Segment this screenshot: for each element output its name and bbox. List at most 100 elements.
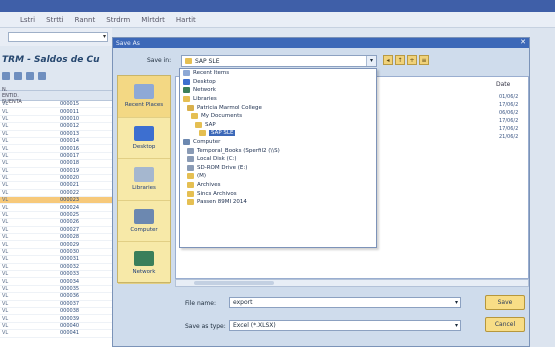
row-entity: VL bbox=[2, 234, 9, 241]
table-row[interactable]: VL 000027 bbox=[0, 227, 112, 235]
table-row[interactable]: VL 000041 bbox=[0, 330, 112, 338]
background-panel bbox=[530, 28, 555, 347]
table-row[interactable]: VL 000018 bbox=[0, 160, 112, 168]
row-entity: VL bbox=[2, 256, 9, 263]
file-name-value: export bbox=[233, 299, 253, 306]
table-row[interactable]: VL 000025 bbox=[0, 212, 112, 220]
row-account: 000016 bbox=[60, 145, 80, 152]
save-button[interactable]: Save bbox=[485, 295, 525, 310]
dropdown-item[interactable]: Local Disk (C:) bbox=[180, 155, 376, 164]
table-row[interactable]: VL 000029 bbox=[0, 241, 112, 249]
table-row[interactable]: VL 000035 bbox=[0, 285, 112, 294]
table-row[interactable]: VL 000031 bbox=[0, 256, 112, 264]
table-row[interactable]: VL 000026 bbox=[0, 219, 112, 227]
file-type-select[interactable]: Excel (*.XLSX) ▾ bbox=[229, 320, 461, 331]
command-field[interactable]: ▾ bbox=[8, 32, 108, 42]
row-account: 000018 bbox=[60, 160, 80, 167]
place-computer[interactable]: Computer bbox=[118, 201, 170, 243]
menu-item[interactable]: Mlrtdrt bbox=[141, 16, 165, 24]
date-cell: 17/06/2 bbox=[499, 102, 519, 108]
table-row[interactable]: VL 000011 bbox=[0, 108, 112, 116]
table-row[interactable]: VL 000032 bbox=[0, 264, 112, 271]
table-row[interactable]: VL 000036 bbox=[0, 293, 112, 301]
dropdown-item[interactable]: Recent Items bbox=[180, 69, 376, 78]
grid-body: VL 000015 VL 000011 VL 000010 VL 000012 VL 000013… bbox=[0, 101, 112, 338]
table-row[interactable]: VL 000017 bbox=[0, 153, 112, 161]
table-row[interactable]: VL 000033 bbox=[0, 271, 112, 279]
table-row[interactable]: VL 000030 bbox=[0, 249, 112, 257]
table-row[interactable]: VL 000015 bbox=[0, 101, 112, 109]
table-row[interactable]: VL 000014 bbox=[0, 138, 112, 146]
dropdown-item[interactable]: Sincs Archivos bbox=[180, 189, 376, 198]
table-row[interactable]: VL 000019 bbox=[0, 168, 112, 175]
table-row[interactable]: VL 000013 bbox=[0, 131, 112, 138]
dropdown-item[interactable]: SAP SLE bbox=[180, 129, 376, 138]
dropdown-item[interactable]: Patricia Marmol College bbox=[180, 103, 376, 112]
dropdown-item[interactable]: Network bbox=[180, 86, 376, 95]
sort-icon[interactable] bbox=[14, 72, 22, 80]
save-in-combo[interactable]: SAP SLE ▾ bbox=[181, 55, 377, 67]
row-account: 000012 bbox=[60, 123, 80, 130]
folder-icon bbox=[185, 58, 192, 64]
menu-item[interactable]: Hartit bbox=[176, 16, 196, 24]
table-row[interactable]: VL 000016 bbox=[0, 145, 112, 153]
dropdown-item[interactable]: Libraries bbox=[180, 95, 376, 104]
file-type-value: Excel (*.XLSX) bbox=[233, 322, 276, 329]
row-entity: VL bbox=[2, 285, 9, 292]
date-cell: 21/06/2 bbox=[499, 134, 519, 140]
dropdown-item[interactable]: Computer bbox=[180, 138, 376, 147]
up-folder-icon[interactable]: ↑ bbox=[395, 55, 405, 65]
table-row[interactable]: VL 000034 bbox=[0, 278, 112, 286]
dropdown-item[interactable]: Desktop bbox=[180, 78, 376, 87]
horizontal-scrollbar[interactable] bbox=[175, 279, 529, 287]
row-entity: VL bbox=[2, 101, 9, 108]
place-network[interactable]: Network bbox=[118, 242, 170, 284]
place-libraries[interactable]: Libraries bbox=[118, 159, 170, 201]
row-entity: VL bbox=[2, 138, 9, 145]
table-row[interactable]: VL 000024 bbox=[0, 204, 112, 212]
dropdown-item[interactable]: SD-ROM Drive (E:) bbox=[180, 164, 376, 173]
find-icon[interactable] bbox=[38, 72, 46, 80]
chevron-down-icon[interactable]: ▾ bbox=[455, 321, 458, 330]
cancel-button[interactable]: Cancel bbox=[485, 317, 525, 332]
column-header-date[interactable]: Date bbox=[496, 81, 510, 88]
views-icon[interactable]: ≡ bbox=[419, 55, 429, 65]
menu-item[interactable]: Strdrm bbox=[106, 16, 130, 24]
toolbar: ▾ bbox=[0, 28, 112, 46]
table-row[interactable]: VL 000037 bbox=[0, 301, 112, 308]
table-row[interactable]: VL 000039 bbox=[0, 315, 112, 323]
back-icon[interactable]: ◂ bbox=[383, 55, 393, 65]
place-desktop[interactable]: Desktop bbox=[118, 118, 170, 160]
menu-item[interactable]: Rannt bbox=[75, 16, 96, 24]
table-row[interactable]: VL 000022 bbox=[0, 190, 112, 198]
new-folder-icon[interactable]: + bbox=[407, 55, 417, 65]
dropdown-item[interactable]: My Documents bbox=[180, 112, 376, 121]
table-row[interactable]: VL 000028 bbox=[0, 234, 112, 242]
table-row[interactable]: VL 000040 bbox=[0, 323, 112, 331]
place-recent-places[interactable]: Recent Places bbox=[118, 76, 170, 118]
menu-item[interactable]: Strtti bbox=[46, 16, 64, 24]
table-row[interactable]: VL 000038 bbox=[0, 308, 112, 316]
table-row[interactable]: VL 000021 bbox=[0, 182, 112, 190]
folder-icon bbox=[183, 96, 190, 103]
chevron-down-icon[interactable]: ▾ bbox=[455, 298, 458, 307]
file-name-input[interactable]: export ▾ bbox=[229, 297, 461, 308]
dropdown-item[interactable]: Archives bbox=[180, 181, 376, 190]
dropdown-item[interactable]: Passen 89MI 2014 bbox=[180, 198, 376, 207]
dropdown-item[interactable]: SAP bbox=[180, 121, 376, 130]
scrollbar-thumb[interactable] bbox=[194, 281, 274, 285]
table-row[interactable]: VL 000012 bbox=[0, 123, 112, 131]
export-icon[interactable] bbox=[26, 72, 34, 80]
menu-item[interactable]: Lstri bbox=[20, 16, 35, 24]
row-account: 000026 bbox=[60, 219, 80, 226]
table-row[interactable]: VL 000023 bbox=[0, 197, 112, 205]
dropdown-item[interactable]: Temporal_Books (Sperfil2 (\\S) bbox=[180, 146, 376, 155]
folder-icon bbox=[187, 147, 194, 154]
filter-icon[interactable] bbox=[2, 72, 10, 80]
chevron-down-icon[interactable]: ▾ bbox=[366, 56, 376, 66]
table-row[interactable]: VL 000010 bbox=[0, 116, 112, 124]
dropdown-item[interactable]: (M) bbox=[180, 172, 376, 181]
close-icon[interactable]: ✕ bbox=[518, 38, 528, 47]
place-label: Network bbox=[132, 268, 156, 275]
table-row[interactable]: VL 000020 bbox=[0, 175, 112, 183]
